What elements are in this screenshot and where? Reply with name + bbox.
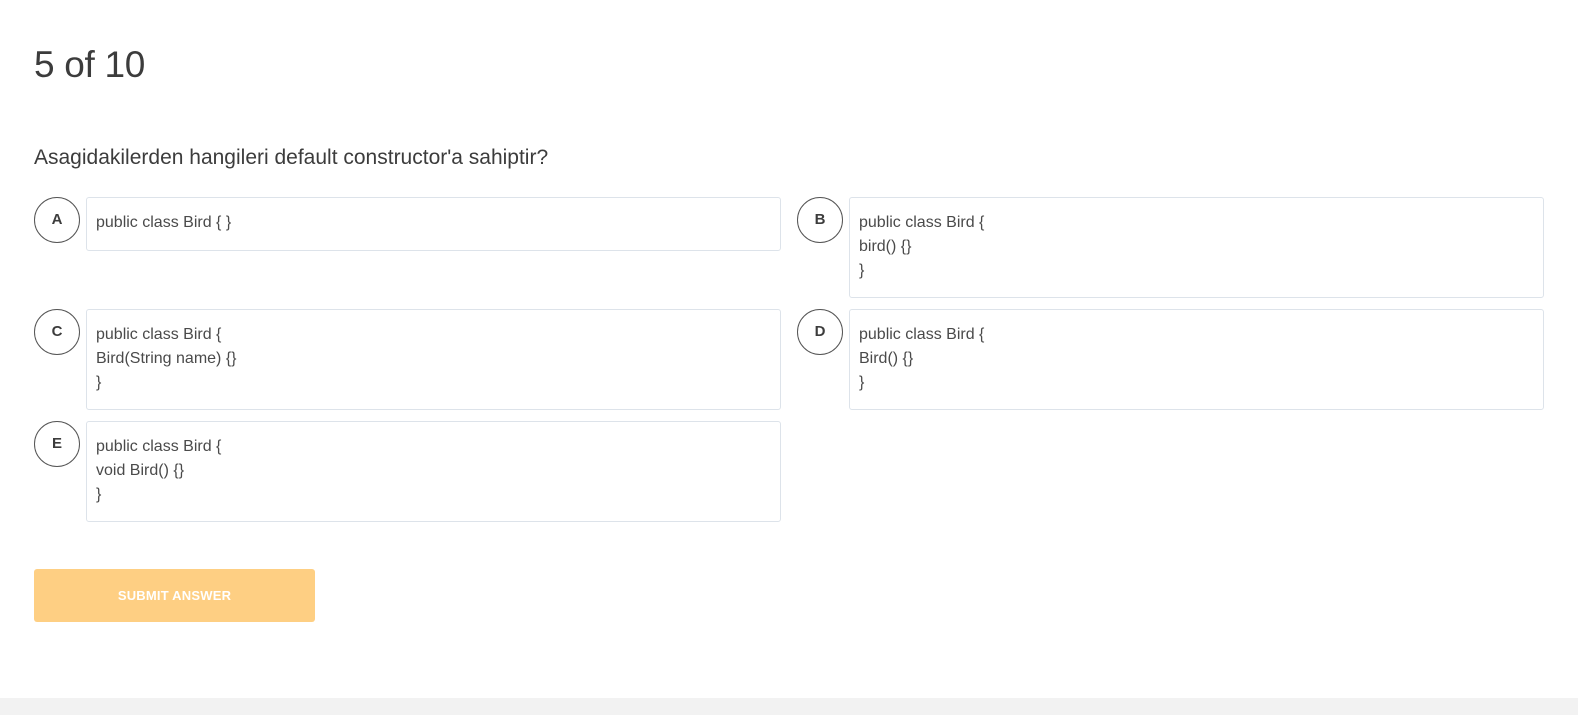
option-b-code-line: } (859, 262, 865, 279)
option-e-code-line: } (96, 486, 102, 503)
option-c-code-line: public class Bird { (96, 326, 222, 343)
option-c-code-line: } (96, 374, 102, 391)
option-d-code-line: Bird() {} (859, 350, 914, 367)
footer-divider (0, 698, 1578, 715)
option-b-card[interactable]: public class Bird { bird() {} } (849, 197, 1544, 298)
option-b-letter[interactable]: B (797, 197, 843, 243)
option-d-letter[interactable]: D (797, 309, 843, 355)
option-a-letter[interactable]: A (34, 197, 80, 243)
option-c-letter[interactable]: C (34, 309, 80, 355)
quiz-container: 5 of 10 Asagidakilerden hangileri defaul… (34, 0, 1544, 700)
option-a-code-line: public class Bird { } (96, 214, 232, 231)
option-d-code-line: } (859, 374, 865, 391)
option-a-card[interactable]: public class Bird { } (86, 197, 781, 251)
question-text: Asagidakilerden hangileri default constr… (34, 146, 549, 169)
option-c-code-line: Bird(String name) {} (96, 350, 237, 367)
option-e-card[interactable]: public class Bird { void Bird() {} } (86, 421, 781, 522)
option-e-code-line: void Bird() {} (96, 462, 185, 479)
submit-answer-button[interactable]: SUBMIT ANSWER (34, 569, 315, 622)
option-b-code-line: public class Bird { (859, 214, 985, 231)
question-progress: 5 of 10 (34, 44, 146, 85)
option-d-card[interactable]: public class Bird { Bird() {} } (849, 309, 1544, 410)
option-c-card[interactable]: public class Bird { Bird(String name) {}… (86, 309, 781, 410)
option-d-code-line: public class Bird { (859, 326, 985, 343)
option-b-code-line: bird() {} (859, 238, 912, 255)
option-e-letter[interactable]: E (34, 421, 80, 467)
option-e-code-line: public class Bird { (96, 438, 222, 455)
